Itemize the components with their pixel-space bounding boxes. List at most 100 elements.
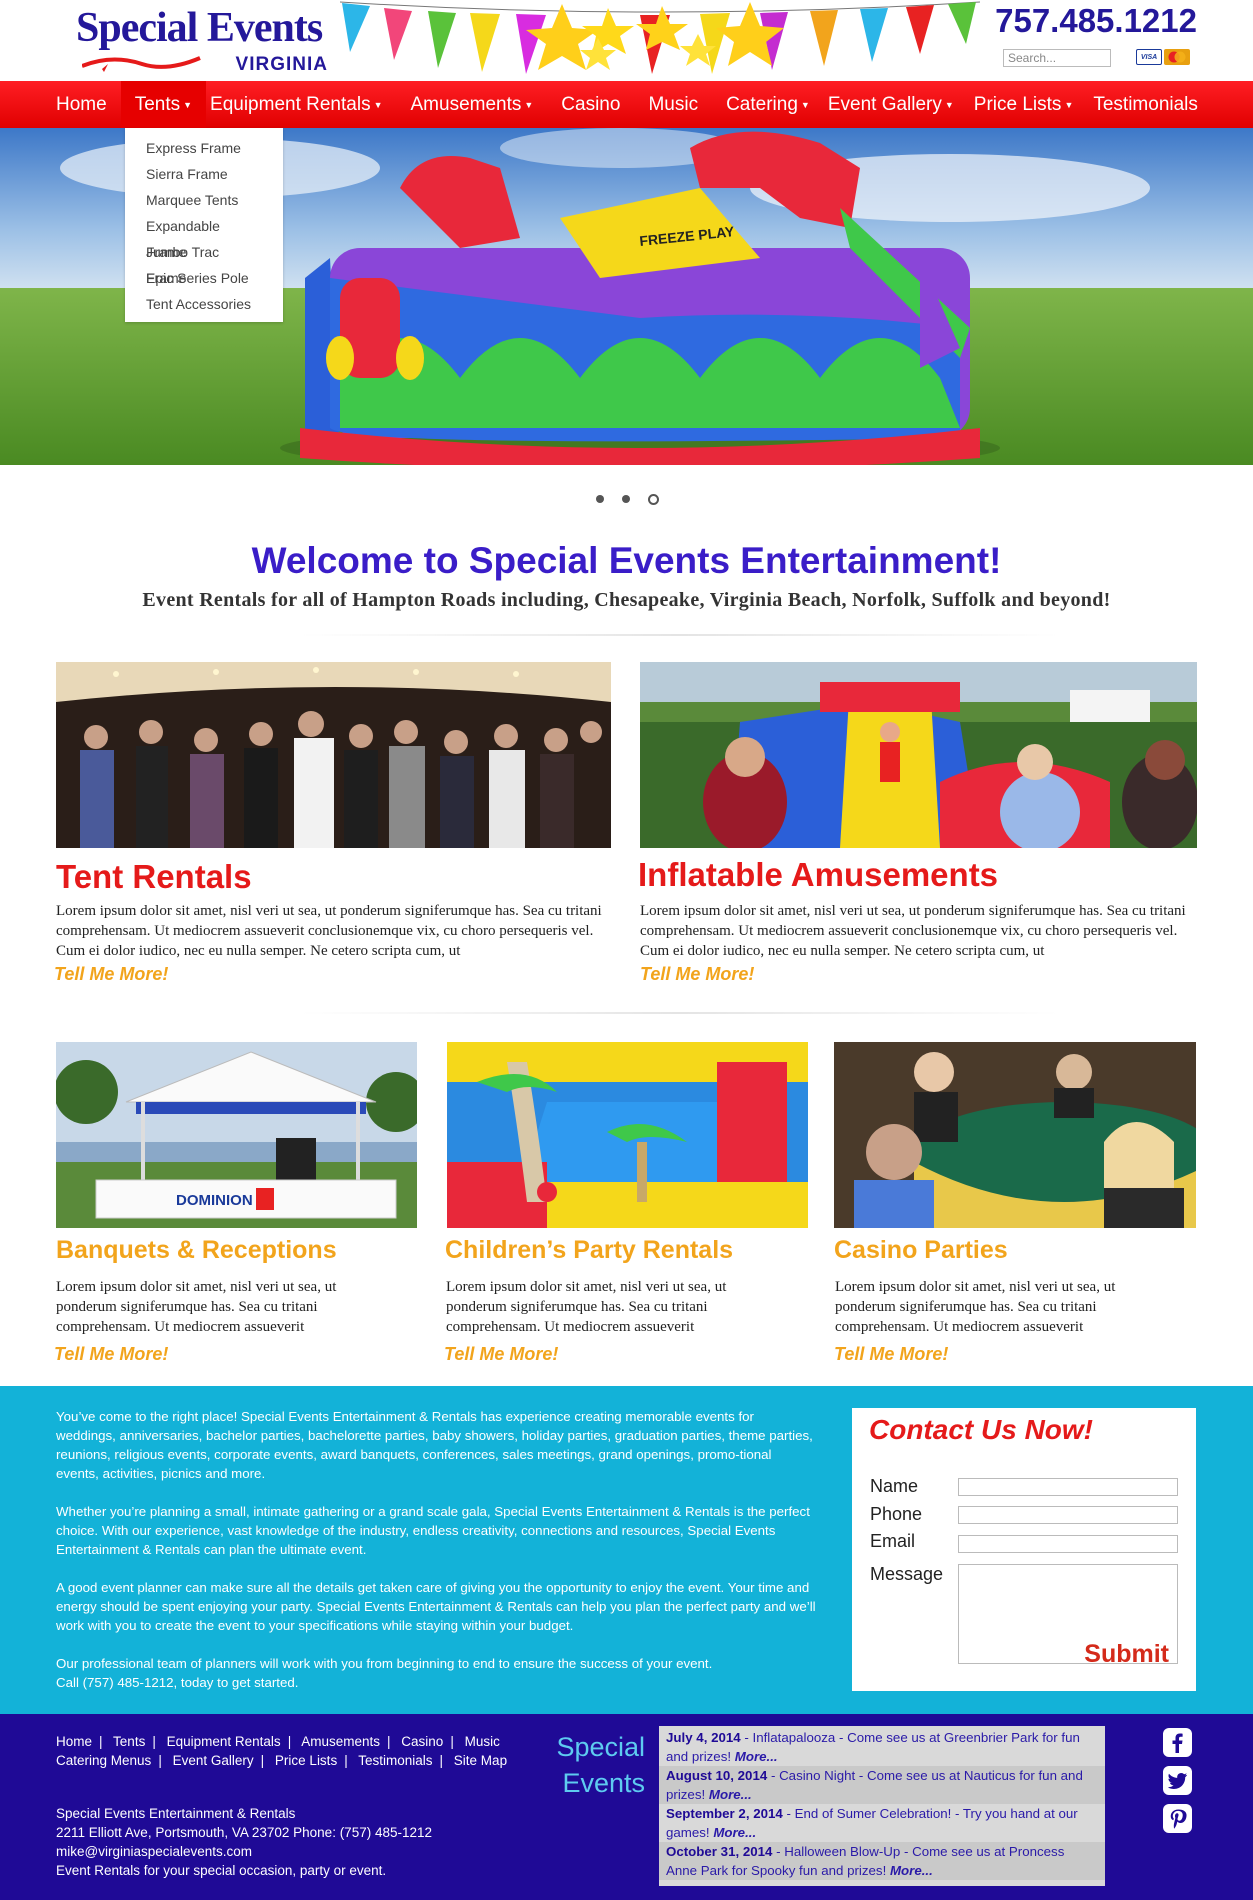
footer-link-price-lists[interactable]: Price Lists xyxy=(275,1753,337,1768)
event-more-link[interactable]: More... xyxy=(735,1749,778,1764)
about-paragraph-2: Whether you’re planning a small, intimat… xyxy=(56,1504,810,1557)
dance-photo xyxy=(56,662,611,848)
nav-label: Amusements xyxy=(410,94,522,115)
childrens-party-more-link[interactable]: Tell Me More! xyxy=(444,1344,558,1365)
nav-amusements[interactable]: Amusements ▼ xyxy=(397,81,548,128)
nav-label: Home xyxy=(56,94,107,115)
tent-rentals-more-link[interactable]: Tell Me More! xyxy=(54,964,168,985)
slider-dot-3-active[interactable] xyxy=(648,494,659,505)
nav-event-gallery[interactable]: Event Gallery ▼ xyxy=(824,81,968,128)
event-date: August 10, 2014 xyxy=(666,1768,768,1783)
footer-link-home[interactable]: Home xyxy=(56,1734,92,1749)
nav-home[interactable]: Home xyxy=(42,81,121,128)
tents-dropdown-menu: Express Frame Sierra Frame Marquee Tents… xyxy=(125,128,283,322)
footer-link-testimonials[interactable]: Testimonials xyxy=(358,1753,432,1768)
footer-link-amusements[interactable]: Amusements xyxy=(301,1734,380,1749)
nav-catering[interactable]: Catering ▼ xyxy=(712,81,824,128)
dropdown-item-express-frame[interactable]: Express Frame xyxy=(125,135,283,161)
nav-equipment-rentals[interactable]: Equipment Rentals ▼ xyxy=(206,81,396,128)
footer-brand: Special Events xyxy=(545,1729,645,1801)
casino-title[interactable]: Casino Parties xyxy=(834,1236,1008,1265)
dropdown-item-marquee-tents[interactable]: Marquee Tents xyxy=(125,187,283,213)
nav-tents[interactable]: Tents ▼ xyxy=(120,81,207,128)
event-more-link[interactable]: More... xyxy=(709,1787,752,1802)
about-paragraph-3: A good event planner can make sure all t… xyxy=(56,1580,816,1633)
event-date: September 2, 2014 xyxy=(666,1806,783,1821)
tent-rentals-image[interactable] xyxy=(56,662,611,848)
footer-street: 2211 Elliott Ave, Portsmouth, VA 23702 P… xyxy=(56,1825,433,1840)
nav-label: Price Lists xyxy=(973,94,1062,115)
slider-dot-1[interactable] xyxy=(596,495,604,503)
caret-down-icon: ▼ xyxy=(1064,100,1074,110)
event-item[interactable]: September 2, 2014 - End of Sumer Celebra… xyxy=(659,1804,1105,1842)
footer-brand-line-1: Special xyxy=(556,1732,645,1762)
section-divider xyxy=(300,634,1060,636)
footer-link-site-map[interactable]: Site Map xyxy=(454,1753,507,1768)
childrens-party-title[interactable]: Children’s Party Rentals xyxy=(445,1236,733,1265)
welcome-title: Welcome to Special Events Entertainment! xyxy=(251,540,1002,581)
name-field[interactable] xyxy=(958,1478,1178,1496)
childrens-party-image[interactable] xyxy=(447,1042,808,1228)
footer-brand-line-2: Events xyxy=(562,1768,645,1798)
email-label: Email xyxy=(870,1531,916,1551)
payment-cards: VISA xyxy=(1136,49,1190,65)
nav-label: Casino xyxy=(561,94,621,115)
event-date: July 4, 2014 xyxy=(666,1730,741,1745)
event-item[interactable]: October 31, 2014 - Halloween Blow-Up - C… xyxy=(659,1842,1105,1880)
facebook-icon[interactable] xyxy=(1163,1728,1192,1757)
footer-link-tents[interactable]: Tents xyxy=(113,1734,145,1749)
search-input[interactable]: Search... xyxy=(1003,49,1111,67)
footer-email[interactable]: mike@virginiaspecialevents.com xyxy=(56,1842,432,1861)
name-label: Name xyxy=(870,1476,919,1496)
footer-link-casino[interactable]: Casino xyxy=(401,1734,443,1749)
footer-tagline: Event Rentals for your special occasion,… xyxy=(56,1863,387,1878)
slider-dot-2[interactable] xyxy=(622,495,630,503)
tent-rentals-text: Lorem ipsum dolor sit amet, nisl veri ut… xyxy=(56,903,602,959)
submit-button[interactable]: Submit xyxy=(1084,1640,1169,1669)
banquets-more-link[interactable]: Tell Me More! xyxy=(54,1344,168,1365)
banquets-text: Lorem ipsum dolor sit amet, nisl veri ut… xyxy=(56,1279,337,1335)
nav-casino[interactable]: Casino xyxy=(547,81,634,128)
slider-pagination xyxy=(596,494,659,505)
dropdown-item-expandable-frame[interactable]: Expandable Frame xyxy=(125,213,283,260)
header-phone[interactable]: 757.485.1212 xyxy=(995,2,1197,40)
nav-label: Tents xyxy=(134,94,181,115)
dominion-banner-text: DOMINION xyxy=(176,1192,253,1209)
casino-image[interactable] xyxy=(834,1042,1196,1228)
event-item[interactable]: August 10, 2014 - Casino Night - Come se… xyxy=(659,1766,1105,1804)
childrens-party-text: Lorem ipsum dolor sit amet, nisl veri ut… xyxy=(446,1279,727,1335)
tent-rentals-title[interactable]: Tent Rentals xyxy=(56,858,252,896)
casino-more-link[interactable]: Tell Me More! xyxy=(834,1344,948,1365)
banquets-title[interactable]: Banquets & Receptions xyxy=(56,1236,337,1265)
banquets-image[interactable]: DOMINION xyxy=(56,1042,417,1228)
about-call-to-action: Call (757) 485-1212, today to get starte… xyxy=(56,1675,299,1690)
nav-price-lists[interactable]: Price Lists ▼ xyxy=(968,81,1088,128)
dropdown-item-tent-accessories[interactable]: Tent Accessories xyxy=(125,291,283,317)
nav-music[interactable]: Music xyxy=(634,81,712,128)
bounce-house-photo xyxy=(447,1042,808,1228)
about-text: You’ve come to the right place! Special … xyxy=(56,1407,816,1692)
pinterest-icon[interactable] xyxy=(1163,1804,1192,1833)
twitter-icon[interactable] xyxy=(1163,1766,1192,1795)
site-logo[interactable]: Special Events VIRGINIA xyxy=(76,4,328,76)
email-field[interactable] xyxy=(958,1535,1178,1553)
main-nav: Home Tents ▼ Equipment Rentals ▼ Amusement… xyxy=(0,81,1253,128)
event-more-link[interactable]: More... xyxy=(713,1825,756,1840)
section-divider xyxy=(300,1012,1060,1014)
phone-field[interactable] xyxy=(958,1506,1178,1524)
footer-link-equipment-rentals[interactable]: Equipment Rentals xyxy=(167,1734,281,1749)
dropdown-item-jumbo-trac-frame[interactable]: Jumbo Trac Frame xyxy=(125,239,283,286)
dropdown-item-sierra-frame[interactable]: Sierra Frame xyxy=(125,161,283,187)
inflatable-amusements-title[interactable]: Inflatable Amusements xyxy=(638,856,998,894)
inflatable-amusements-image[interactable] xyxy=(640,662,1197,848)
casino-table-photo xyxy=(834,1042,1196,1228)
inflatable-amusements-more-link[interactable]: Tell Me More! xyxy=(640,964,754,985)
caret-down-icon: ▼ xyxy=(373,100,383,110)
nav-testimonials[interactable]: Testimonials xyxy=(1087,81,1212,128)
footer-link-music[interactable]: Music xyxy=(465,1734,500,1749)
dropdown-item-epic-series-pole[interactable]: Epic Series Pole xyxy=(125,265,283,291)
event-item[interactable]: July 4, 2014 - Inflatapalooza - Come see… xyxy=(659,1728,1105,1766)
event-more-link[interactable]: More... xyxy=(890,1863,933,1878)
footer-link-catering-menus[interactable]: Catering Menus xyxy=(56,1753,151,1768)
footer-link-event-gallery[interactable]: Event Gallery xyxy=(173,1753,254,1768)
